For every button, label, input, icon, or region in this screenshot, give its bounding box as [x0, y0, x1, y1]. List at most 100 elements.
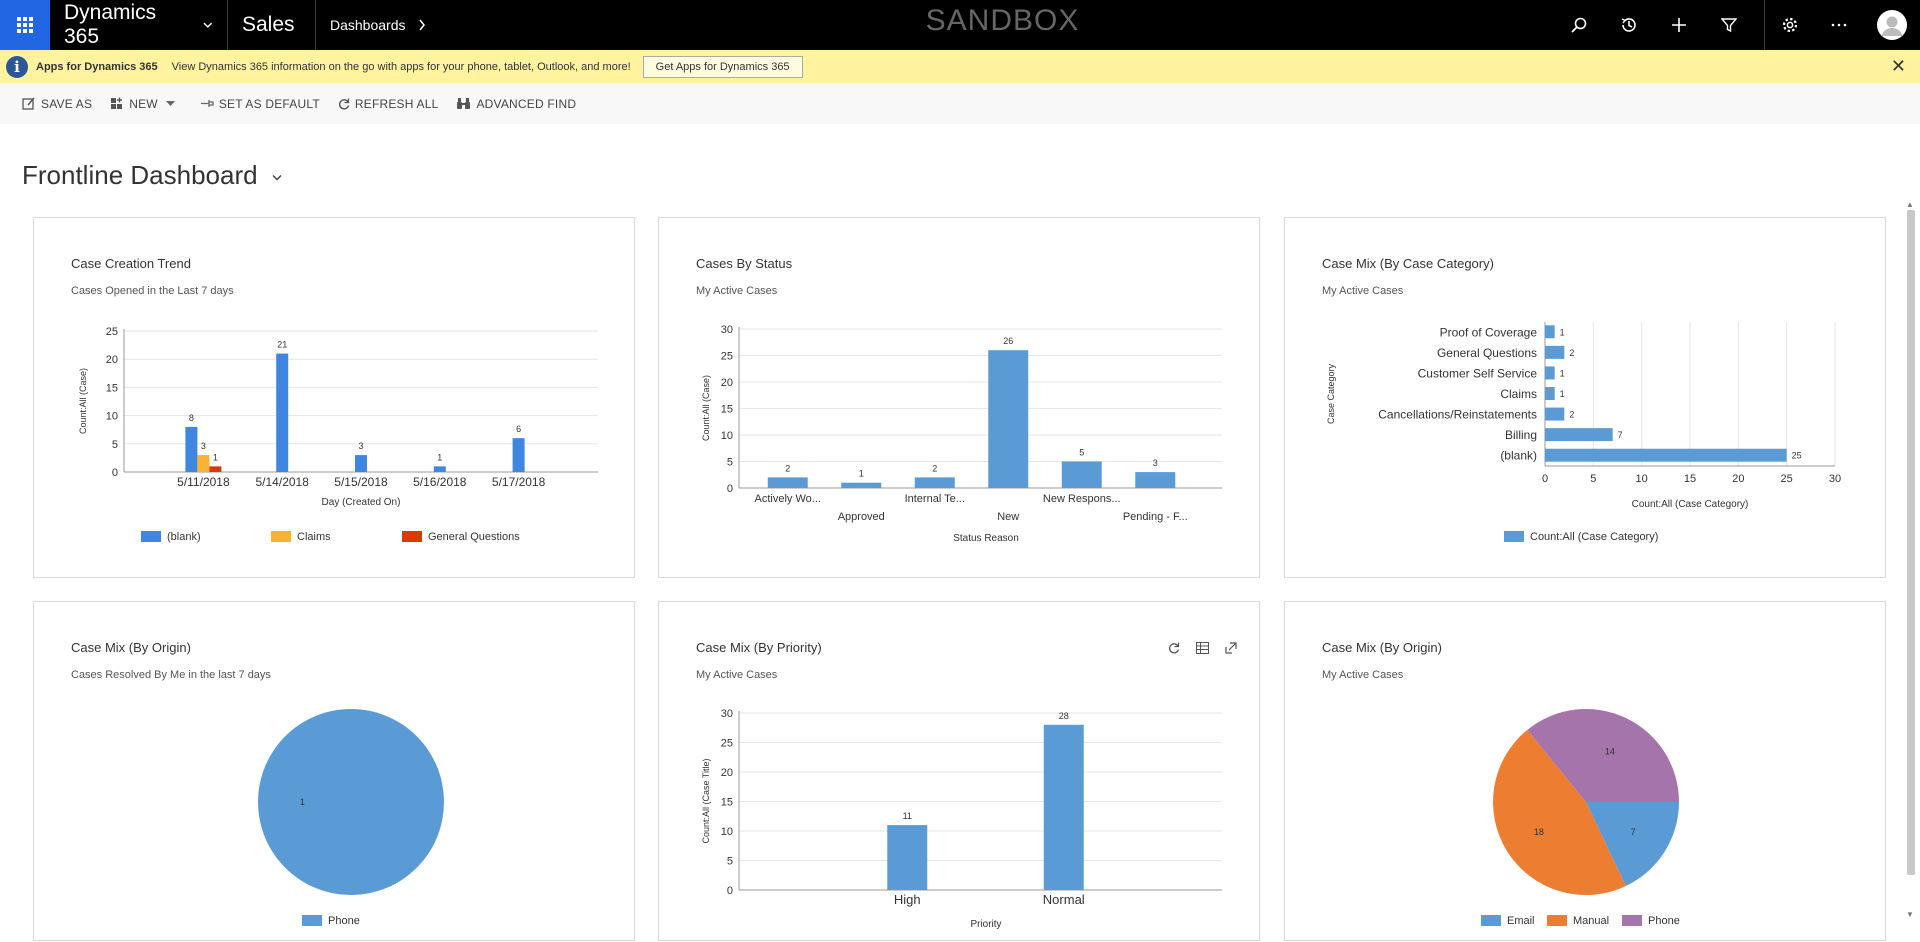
- scroll-up-icon[interactable]: ▲: [1906, 200, 1914, 209]
- x-tick-label: Actively Wo...: [755, 493, 821, 505]
- card-title: Case Creation Trend: [71, 256, 191, 271]
- settings-button[interactable]: [1764, 0, 1814, 50]
- x-tick-label: Internal Te...: [905, 493, 965, 505]
- card-subtitle: My Active Cases: [1322, 669, 1404, 681]
- new-dropdown-button[interactable]: [165, 101, 180, 106]
- legend-label: Claims: [297, 531, 331, 543]
- bar: [988, 350, 1029, 488]
- legend-swatch: [1622, 915, 1642, 926]
- chart-card-origin-active: 7 18 14 Email Manual Phone Case Mix (By Origi…: [1284, 601, 1886, 941]
- new-dashboard-icon: [111, 97, 123, 109]
- module-switcher[interactable]: Sales: [228, 0, 316, 50]
- legend-swatch: [1547, 915, 1567, 926]
- y-tick-label: 25: [721, 351, 733, 363]
- top-navigation-bar: Dynamics 365 Sales Dashboards SANDBOX: [0, 0, 1920, 50]
- card-subtitle: Cases Opened in the Last 7 days: [71, 285, 234, 297]
- notification-banner: i Apps for Dynamics 365 View Dynamics 36…: [0, 50, 1920, 83]
- y-axis-title: Count:All (Case): [701, 375, 711, 441]
- x-tick-label: 5: [1590, 473, 1596, 485]
- filter-button[interactable]: [1704, 0, 1754, 50]
- data-label: 5: [1079, 448, 1084, 458]
- chart-cases-by-status[interactable]: 0 5 10 15 20 25 30 2 Actively Wo... 1 Approved 2 Int…: [659, 218, 1261, 579]
- legend-swatch: [402, 531, 422, 542]
- chart-case-category[interactable]: 0 5 10 15 20 25 30 1 Proof of Coverage 2 General Q…: [1285, 218, 1887, 579]
- bar: [355, 455, 367, 472]
- chart-card-cases-by-status: 0 5 10 15 20 25 30 2 Actively Wo... 1 Approved 2 Int…: [658, 217, 1260, 578]
- save-as-button[interactable]: SAVE AS: [22, 97, 92, 111]
- binoculars-icon: [457, 98, 471, 109]
- bar: [914, 477, 955, 488]
- app-launcher-button[interactable]: [0, 0, 50, 50]
- app-name: Dynamics 365: [64, 1, 157, 48]
- save-as-label: SAVE AS: [41, 96, 93, 111]
- more-button[interactable]: [1814, 0, 1864, 50]
- data-label: 28: [1059, 711, 1069, 721]
- create-button[interactable]: [1654, 0, 1704, 50]
- data-label: 1: [1560, 389, 1565, 399]
- breadcrumb[interactable]: Dashboards: [316, 0, 440, 50]
- dashboard-selector[interactable]: Frontline Dashboard: [22, 160, 282, 191]
- x-tick-label: 10: [1636, 473, 1648, 485]
- bar: [1545, 448, 1787, 462]
- user-profile-button[interactable]: [1864, 0, 1920, 50]
- app-switcher[interactable]: Dynamics 365: [50, 0, 228, 50]
- y-tick-label: 0: [727, 483, 733, 495]
- page-title: Frontline Dashboard: [22, 160, 258, 190]
- data-label: 14: [1605, 747, 1615, 757]
- bar: [1545, 387, 1555, 400]
- data-label: 1: [437, 452, 442, 462]
- data-label: 2: [1569, 348, 1574, 358]
- data-label: 2: [932, 463, 937, 473]
- set-as-default-button[interactable]: SET AS DEFAULT: [200, 97, 320, 111]
- bar: [512, 438, 525, 472]
- expand-icon[interactable]: [1225, 642, 1237, 654]
- new-button[interactable]: NEW: [110, 97, 158, 111]
- table-icon[interactable]: [1196, 642, 1209, 654]
- filter-icon: [1721, 18, 1737, 33]
- module-name: Sales: [242, 13, 295, 36]
- y-axis-title: Case Category: [1326, 363, 1336, 424]
- chart-case-creation-trend[interactable]: 05101520258315/11/2018215/14/201835/15/2…: [34, 218, 636, 579]
- data-label: 7: [1618, 430, 1623, 440]
- card-subtitle: My Active Cases: [696, 285, 778, 297]
- y-tick-label: Customer Self Service: [1418, 366, 1538, 380]
- y-axis-title: Count:All (Case): [78, 368, 88, 434]
- y-tick-label: 10: [106, 411, 118, 423]
- chart-card-case-creation-trend: 0 5 10 15 20 25 8 3 1 5/11/2018 21 5/14/2018 3 5/15/2…: [33, 217, 635, 578]
- y-tick-label: Proof of Coverage: [1440, 325, 1538, 339]
- data-label: 3: [1153, 458, 1158, 468]
- y-tick-label: 5: [727, 856, 733, 868]
- scroll-down-icon[interactable]: ▼: [1906, 910, 1914, 919]
- x-tick-label: 15: [1684, 473, 1696, 485]
- chart-card-case-category: 0 5 10 15 20 25 30 1 Proof of Coverage 2 General Q…: [1284, 217, 1886, 578]
- x-tick-label: 25: [1781, 473, 1793, 485]
- y-tick-label: 0: [727, 885, 733, 897]
- y-tick-label: 10: [721, 430, 733, 442]
- get-apps-button[interactable]: Get Apps for Dynamics 365: [642, 55, 803, 78]
- refresh-all-button[interactable]: REFRESH ALL: [338, 97, 439, 111]
- search-button[interactable]: [1554, 0, 1604, 50]
- advanced-find-button[interactable]: ADVANCED FIND: [456, 97, 576, 111]
- recent-button[interactable]: [1604, 0, 1654, 50]
- bar: [1545, 325, 1555, 339]
- refresh-icon[interactable]: [1168, 642, 1180, 654]
- refresh-icon: [338, 98, 350, 109]
- legend-label: (blank): [167, 531, 201, 543]
- data-label: 2: [785, 463, 790, 473]
- legend-label: Phone: [328, 915, 360, 927]
- y-tick-label: Cancellations/Reinstatements: [1378, 408, 1537, 422]
- more-icon: [1831, 23, 1847, 27]
- close-icon[interactable]: ✕: [1891, 56, 1906, 77]
- x-tick-label: 5/15/2018: [334, 475, 388, 489]
- data-label: 25: [1792, 451, 1802, 461]
- scrollbar-thumb[interactable]: [1907, 210, 1915, 875]
- data-label: 1: [1560, 327, 1565, 337]
- page-scrollbar[interactable]: ▲ ▼: [1904, 200, 1916, 929]
- bar: [1545, 345, 1565, 359]
- y-tick-label: Claims: [1500, 387, 1537, 401]
- advanced-find-label: ADVANCED FIND: [476, 96, 577, 111]
- bar: [209, 466, 222, 472]
- command-bar: SAVE AS NEW SET AS DEFAULT REFRESH ALL A…: [0, 83, 1920, 124]
- info-icon: i: [6, 55, 28, 78]
- chart-card-priority: 0 5 10 15 20 25 30 11 High 28 Normal Count:All (Cas…: [658, 601, 1260, 941]
